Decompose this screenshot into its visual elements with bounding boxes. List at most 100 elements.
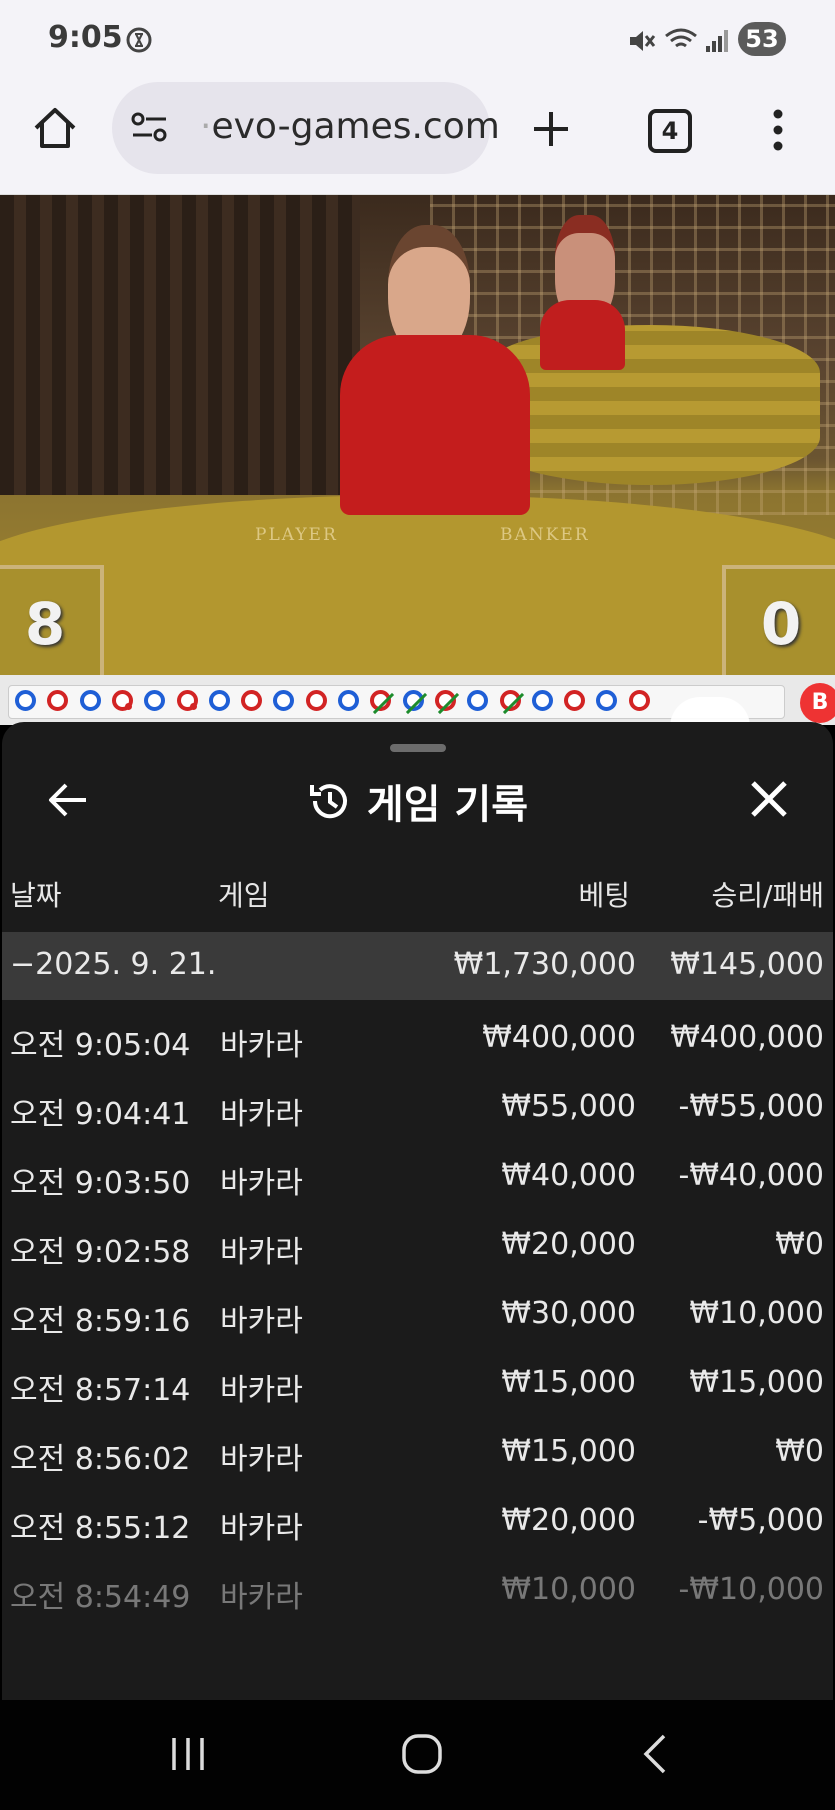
history-row[interactable]: 오전 9:04:41 바카라 ₩55,000 -₩55,000 bbox=[2, 1079, 833, 1139]
bead-road-cell bbox=[79, 690, 101, 711]
history-row[interactable]: 오전 8:56:02 바카라 ₩15,000 ₩0 bbox=[2, 1424, 833, 1484]
bead-road-cell bbox=[111, 690, 133, 711]
browser-toolbar: ·evo-games.com 4 bbox=[0, 80, 835, 195]
row-winloss: ₩10,000 bbox=[689, 1296, 824, 1331]
bead-road-cell bbox=[338, 690, 359, 711]
drag-handle[interactable] bbox=[390, 744, 446, 752]
bead-road-cell bbox=[596, 690, 618, 711]
row-bet: ₩55,000 bbox=[501, 1089, 636, 1124]
row-winloss: -₩5,000 bbox=[697, 1503, 824, 1538]
bead-road-cell bbox=[499, 690, 524, 715]
player-score: 8 bbox=[0, 565, 104, 675]
history-row[interactable]: 오전 8:55:12 바카라 ₩20,000 -₩5,000 bbox=[2, 1493, 833, 1553]
row-time: 오전 8:59:16 bbox=[10, 1304, 191, 1339]
row-time: 오전 9:03:50 bbox=[10, 1166, 191, 1201]
row-time: 오전 9:02:58 bbox=[10, 1235, 191, 1270]
live-video-stream[interactable]: PLAYER BANKER 8 0 bbox=[0, 195, 835, 675]
row-bet: ₩15,000 bbox=[501, 1434, 636, 1469]
column-header-date[interactable]: 날짜 bbox=[10, 874, 62, 914]
row-game: 바카라 bbox=[220, 1097, 303, 1132]
bead-road-cell bbox=[144, 690, 166, 711]
bead-road-cell bbox=[628, 690, 650, 711]
url-text: ·evo-games.com bbox=[200, 106, 500, 147]
row-game: 바카라 bbox=[220, 1166, 303, 1201]
bead-road-cell bbox=[434, 690, 459, 715]
row-winloss: -₩55,000 bbox=[678, 1089, 824, 1124]
bead-road-cell bbox=[176, 690, 198, 711]
row-bet: ₩20,000 bbox=[501, 1227, 636, 1262]
row-winloss: -₩10,000 bbox=[678, 1572, 824, 1607]
summary-bet: ₩1,730,000 bbox=[453, 947, 636, 982]
home-nav-icon[interactable] bbox=[400, 1732, 444, 1776]
address-bar[interactable]: ·evo-games.com bbox=[112, 82, 500, 174]
back-nav-icon[interactable] bbox=[640, 1732, 670, 1776]
history-row[interactable]: 오전 8:57:14 바카라 ₩15,000 ₩15,000 bbox=[2, 1355, 833, 1415]
row-bet: ₩10,000 bbox=[501, 1572, 636, 1607]
history-row[interactable]: 오전 9:05:04 바카라 ₩400,000 ₩400,000 bbox=[2, 1010, 833, 1070]
mute-icon bbox=[630, 31, 656, 51]
row-bet: ₩20,000 bbox=[501, 1503, 636, 1538]
row-game: 바카라 bbox=[220, 1580, 303, 1615]
row-winloss: -₩40,000 bbox=[678, 1158, 824, 1193]
date-summary-row[interactable]: −2025. 9. 21. ₩1,730,000 ₩145,000 bbox=[2, 932, 833, 1000]
background-table bbox=[480, 325, 820, 485]
game-history-panel: 게임 기록 날짜 게임 베팅 승리/패배 −2025. 9. 21. ₩1,73… bbox=[2, 722, 833, 1700]
digital-wellbeing-icon bbox=[126, 27, 152, 53]
wifi-icon bbox=[665, 28, 697, 48]
bead-road-cell bbox=[208, 690, 230, 711]
curtain-backdrop bbox=[0, 195, 360, 495]
history-row[interactable]: 오전 9:02:58 바카라 ₩20,000 ₩0 bbox=[2, 1217, 833, 1277]
row-bet: ₩400,000 bbox=[482, 1020, 636, 1055]
history-row[interactable]: 오전 8:54:49 바카라 ₩10,000 -₩10,000 bbox=[2, 1562, 833, 1622]
row-game: 바카라 bbox=[220, 1304, 303, 1339]
recents-nav-icon[interactable] bbox=[168, 1734, 208, 1774]
row-winloss: ₩15,000 bbox=[689, 1365, 824, 1400]
row-winloss: ₩0 bbox=[775, 1227, 824, 1262]
status-time: 9:05 bbox=[48, 20, 123, 55]
row-time: 오전 9:05:04 bbox=[10, 1028, 191, 1063]
row-time: 오전 9:04:41 bbox=[10, 1097, 191, 1132]
row-game: 바카라 bbox=[220, 1511, 303, 1546]
site-settings-icon[interactable] bbox=[130, 110, 170, 146]
history-icon bbox=[309, 784, 347, 819]
row-game: 바카라 bbox=[220, 1442, 303, 1477]
summary-winloss: ₩145,000 bbox=[670, 947, 824, 982]
banker-score: 0 bbox=[722, 565, 835, 675]
background-dealer-body bbox=[540, 300, 625, 370]
bead-road-cell bbox=[273, 690, 295, 711]
bead-road-cell bbox=[47, 690, 69, 711]
row-time: 오전 8:54:49 bbox=[10, 1580, 191, 1615]
close-icon[interactable] bbox=[748, 778, 790, 820]
signal-icon bbox=[706, 30, 728, 52]
row-time: 오전 8:57:14 bbox=[10, 1373, 191, 1408]
row-bet: ₩15,000 bbox=[501, 1365, 636, 1400]
column-header-bet[interactable]: 베팅 bbox=[482, 874, 630, 914]
column-header-game[interactable]: 게임 bbox=[218, 874, 270, 914]
new-tab-icon[interactable] bbox=[530, 108, 572, 150]
row-winloss: ₩0 bbox=[775, 1434, 824, 1469]
panel-title: 게임 기록 bbox=[2, 772, 833, 830]
row-bet: ₩40,000 bbox=[501, 1158, 636, 1193]
bead-road bbox=[8, 685, 785, 719]
system-nav-bar bbox=[0, 1700, 835, 1810]
row-time: 오전 8:56:02 bbox=[10, 1442, 191, 1477]
row-game: 바카라 bbox=[220, 1028, 303, 1063]
baccarat-table bbox=[0, 495, 835, 675]
row-winloss: ₩400,000 bbox=[670, 1020, 824, 1055]
bead-road-cell bbox=[402, 690, 427, 715]
table-label-player: PLAYER bbox=[255, 525, 338, 545]
tab-switcher-icon[interactable]: 4 bbox=[648, 109, 692, 153]
dealer-body bbox=[340, 335, 530, 515]
bead-road-cell bbox=[564, 690, 586, 711]
bead-road-cell bbox=[241, 690, 263, 711]
row-game: 바카라 bbox=[220, 1373, 303, 1408]
column-header-winloss[interactable]: 승리/패배 bbox=[632, 874, 824, 914]
history-row[interactable]: 오전 8:59:16 바카라 ₩30,000 ₩10,000 bbox=[2, 1286, 833, 1346]
history-row[interactable]: 오전 9:03:50 바카라 ₩40,000 -₩40,000 bbox=[2, 1148, 833, 1208]
home-icon[interactable] bbox=[32, 106, 78, 150]
table-label-banker: BANKER bbox=[500, 525, 590, 545]
bead-road-cell bbox=[370, 690, 395, 715]
overflow-menu-icon[interactable] bbox=[770, 108, 786, 152]
banker-badge: B bbox=[800, 683, 835, 723]
bead-road-strip: B bbox=[0, 675, 835, 757]
